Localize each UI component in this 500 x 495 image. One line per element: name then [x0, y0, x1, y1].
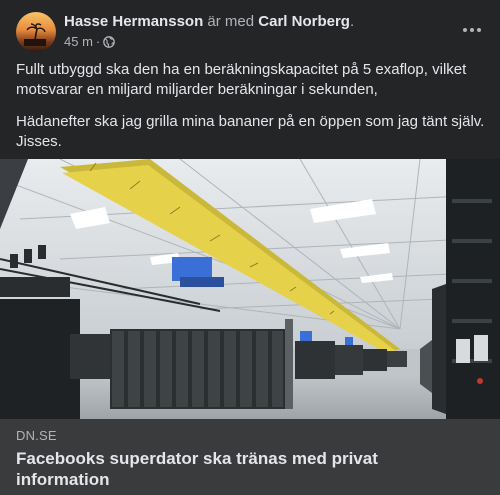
post-paragraph-2: Hädanefter ska jag grilla mina bananer p… [16, 113, 485, 150]
post-text: Fullt utbyggd ska den ha en beräkningska… [16, 60, 490, 158]
more-icon[interactable] [456, 14, 488, 46]
with-text: är med [207, 13, 255, 30]
link-image[interactable] [0, 159, 500, 419]
link-title[interactable]: Facebooks superdator ska tränas med priv… [16, 448, 476, 490]
post-time[interactable]: 45 m [64, 34, 93, 50]
datacenter-photo [0, 159, 500, 419]
author-avatar[interactable] [16, 12, 56, 52]
post-paragraph-1: Fullt utbyggd ska den ha en beräkningska… [16, 61, 467, 98]
palm-icon [24, 23, 46, 46]
meta-separator: · [95, 34, 101, 49]
link-domain: DN.SE [16, 428, 57, 443]
author-name[interactable]: Hasse Hermansson [64, 13, 203, 30]
tagged-name[interactable]: Carl Norberg [258, 13, 350, 30]
post-card: Hasse Hermansson är med Carl Norberg. 45… [0, 0, 500, 495]
post-meta: 45 m · [64, 34, 116, 50]
post-header: Hasse Hermansson är med Carl Norberg. 45… [0, 0, 500, 58]
globe-icon[interactable] [103, 36, 116, 48]
author-line: Hasse Hermansson är med Carl Norberg. [64, 12, 354, 31]
link-preview[interactable]: DN.SE Facebooks superdator ska tränas me… [0, 419, 500, 495]
period: . [349, 13, 355, 30]
